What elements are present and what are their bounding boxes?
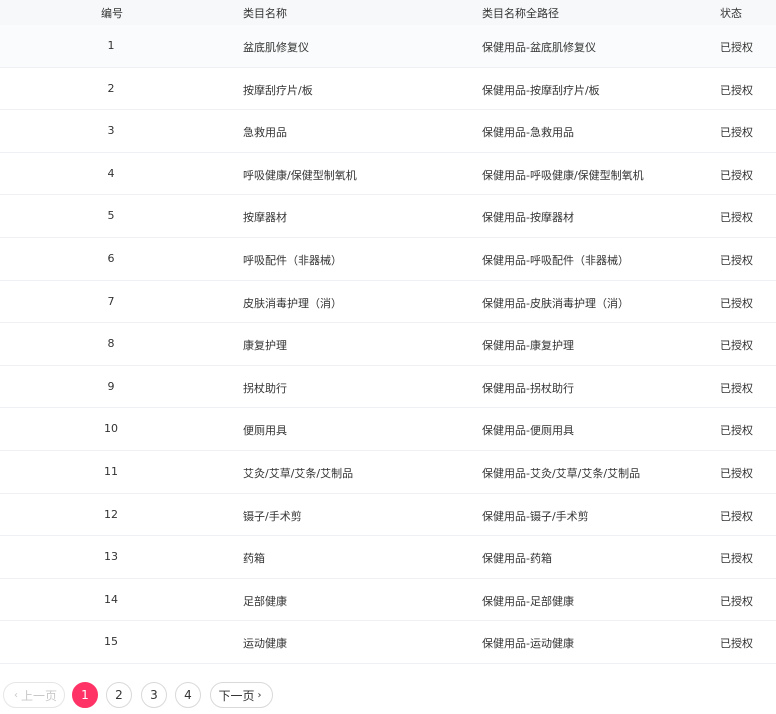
cell-id: 8 <box>107 337 115 351</box>
cell-name: 呼吸配件（非器械） <box>243 253 342 267</box>
cell-status: 已授权 <box>720 424 753 438</box>
table-row: 12 镊子/手术剪 保健用品-镊子/手术剪 已授权 <box>0 494 776 537</box>
cell-path: 保健用品-急救用品 <box>482 126 574 140</box>
cell-status: 已授权 <box>720 83 753 97</box>
table-row: 7 皮肤消毒护理（消） 保健用品-皮肤消毒护理（消） 已授权 <box>0 281 776 324</box>
cell-status: 已授权 <box>720 637 753 651</box>
cell-name: 皮肤消毒护理（消） <box>243 296 342 310</box>
page-button-4[interactable]: 4 <box>175 682 201 708</box>
cell-id: 13 <box>104 550 118 564</box>
table-row: 1 盆底肌修复仪 保健用品-盆底肌修复仪 已授权 <box>0 25 776 68</box>
cell-name: 拐杖助行 <box>243 381 287 395</box>
cell-id: 11 <box>104 464 118 478</box>
page-button-2[interactable]: 2 <box>106 682 132 708</box>
cell-name: 盆底肌修复仪 <box>243 41 309 54</box>
page-button-1[interactable]: 1 <box>72 682 98 708</box>
cell-id: 15 <box>104 635 118 649</box>
cell-status: 已授权 <box>720 594 753 608</box>
cell-status: 已授权 <box>720 381 753 395</box>
chevron-left-icon: ‹ <box>13 689 18 701</box>
cell-path: 保健用品-康复护理 <box>482 339 574 353</box>
cell-status: 已授权 <box>720 41 753 54</box>
prev-page-label: 上一页 <box>20 688 57 703</box>
cell-path: 保健用品-皮肤消毒护理（消） <box>482 296 629 310</box>
cell-name: 镊子/手术剪 <box>243 509 302 523</box>
cell-status: 已授权 <box>720 296 753 310</box>
cell-path: 保健用品-运动健康 <box>482 637 574 651</box>
cell-path: 保健用品-便厕用具 <box>482 424 574 438</box>
table-body: 1 盆底肌修复仪 保健用品-盆底肌修复仪 已授权 2 按摩刮疗片/板 保健用品-按摩刮疗片/… <box>0 25 776 664</box>
page-number: 3 <box>150 688 158 702</box>
table-row: 6 呼吸配件（非器械） 保健用品-呼吸配件（非器械） 已授权 <box>0 238 776 281</box>
cell-status: 已授权 <box>720 552 753 566</box>
prev-page-button[interactable]: ‹ 上一页 <box>3 682 65 708</box>
table-header: 编号 类目名称 类目名称全路径 状态 <box>0 0 776 25</box>
table-row: 14 足部健康 保健用品-足部健康 已授权 <box>0 579 776 622</box>
cell-name: 药箱 <box>243 552 265 566</box>
cell-name: 便厕用具 <box>243 424 287 438</box>
cell-path: 保健用品-药箱 <box>482 552 552 566</box>
table-row: 3 急救用品 保健用品-急救用品 已授权 <box>0 110 776 153</box>
table-row: 10 便厕用具 保健用品-便厕用具 已授权 <box>0 408 776 451</box>
page-button-3[interactable]: 3 <box>141 682 167 708</box>
cell-name: 按摩器材 <box>243 211 287 225</box>
cell-id: 4 <box>107 166 115 180</box>
cell-name: 艾灸/艾草/艾条/艾制品 <box>243 466 354 480</box>
cell-path: 保健用品-镊子/手术剪 <box>482 509 589 523</box>
cell-path: 保健用品-呼吸健康/保健型制氧机 <box>482 168 644 182</box>
cell-id: 12 <box>104 507 118 521</box>
table-row: 5 按摩器材 保健用品-按摩器材 已授权 <box>0 195 776 238</box>
table-row: 15 运动健康 保健用品-运动健康 已授权 <box>0 621 776 664</box>
page-number: 2 <box>115 688 123 702</box>
cell-name: 呼吸健康/保健型制氧机 <box>243 168 357 182</box>
cell-id: 1 <box>107 39 115 52</box>
header-id: 编号 <box>101 7 123 20</box>
cell-status: 已授权 <box>720 126 753 140</box>
table-row: 11 艾灸/艾草/艾条/艾制品 保健用品-艾灸/艾草/艾条/艾制品 已授权 <box>0 451 776 494</box>
cell-name: 急救用品 <box>243 126 287 140</box>
cell-path: 保健用品-按摩刮疗片/板 <box>482 83 600 97</box>
table-row: 8 康复护理 保健用品-康复护理 已授权 <box>0 323 776 366</box>
cell-id: 3 <box>107 124 115 138</box>
cell-status: 已授权 <box>720 168 753 182</box>
cell-name: 运动健康 <box>243 637 287 651</box>
cell-id: 9 <box>107 379 115 393</box>
chevron-right-icon: › <box>257 689 262 701</box>
header-name: 类目名称 <box>243 7 287 20</box>
header-path: 类目名称全路径 <box>482 7 559 20</box>
cell-status: 已授权 <box>720 509 753 523</box>
pagination: ‹ 上一页 1 2 3 4 下一页 › <box>0 680 776 710</box>
cell-path: 保健用品-艾灸/艾草/艾条/艾制品 <box>482 466 641 480</box>
cell-id: 10 <box>104 422 118 436</box>
cell-id: 14 <box>104 592 118 606</box>
cell-id: 2 <box>107 81 115 95</box>
cell-name: 康复护理 <box>243 339 287 353</box>
cell-name: 足部健康 <box>243 594 287 608</box>
cell-status: 已授权 <box>720 339 753 353</box>
cell-path: 保健用品-足部健康 <box>482 594 574 608</box>
cell-name: 按摩刮疗片/板 <box>243 83 313 97</box>
cell-path: 保健用品-按摩器材 <box>482 211 574 225</box>
cell-path: 保健用品-呼吸配件（非器械） <box>482 253 629 267</box>
cell-path: 保健用品-盆底肌修复仪 <box>482 41 596 54</box>
cell-status: 已授权 <box>720 253 753 267</box>
table-row: 13 药箱 保健用品-药箱 已授权 <box>0 536 776 579</box>
table-row: 2 按摩刮疗片/板 保健用品-按摩刮疗片/板 已授权 <box>0 68 776 111</box>
table-row: 9 拐杖助行 保健用品-拐杖助行 已授权 <box>0 366 776 409</box>
page-number: 4 <box>184 688 192 702</box>
cell-id: 7 <box>107 294 115 308</box>
next-page-label: 下一页 <box>218 688 255 703</box>
next-page-button[interactable]: 下一页 › <box>210 682 273 708</box>
table-row: 4 呼吸健康/保健型制氧机 保健用品-呼吸健康/保健型制氧机 已授权 <box>0 153 776 196</box>
cell-path: 保健用品-拐杖助行 <box>482 381 574 395</box>
category-table: 编号 类目名称 类目名称全路径 状态 1 盆底肌修复仪 保健用品-盆底肌修复仪 已授权… <box>0 0 776 664</box>
header-status: 状态 <box>720 7 742 20</box>
cell-status: 已授权 <box>720 211 753 225</box>
cell-status: 已授权 <box>720 466 753 480</box>
page-number: 1 <box>81 688 89 702</box>
cell-id: 6 <box>107 251 115 265</box>
cell-id: 5 <box>107 209 115 223</box>
